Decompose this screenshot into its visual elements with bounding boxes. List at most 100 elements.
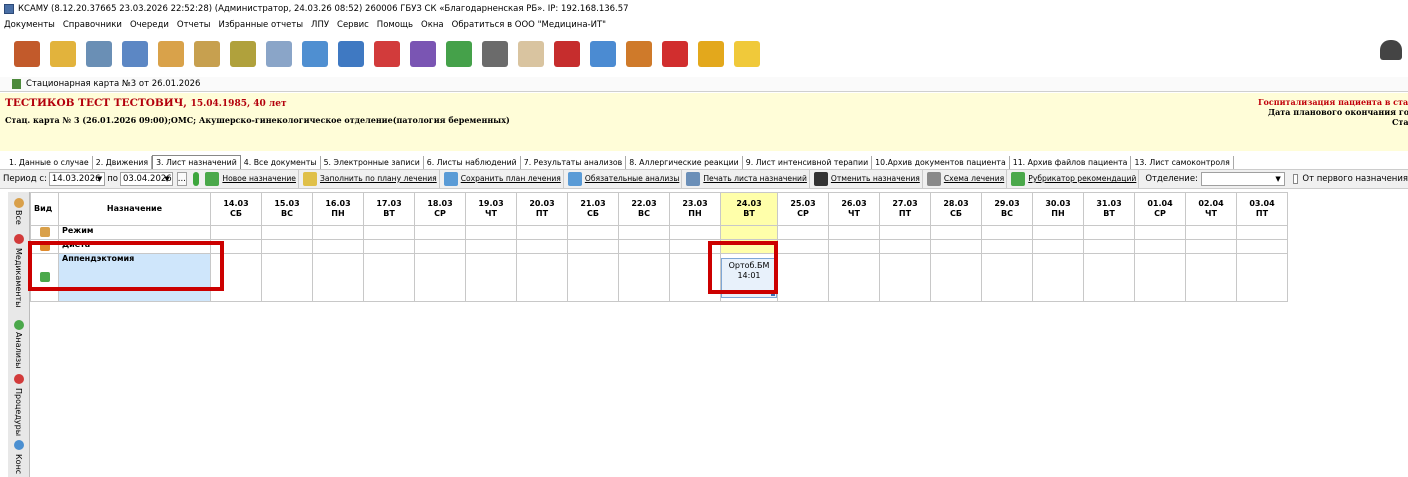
syringe-icon[interactable] (266, 41, 292, 67)
mountain-icon[interactable] (446, 41, 472, 67)
column-header-date[interactable]: 21.03 СБ (567, 192, 619, 226)
table-row[interactable]: Режим (30, 225, 1288, 240)
schedule-cell[interactable] (1236, 253, 1288, 302)
pencil-icon[interactable] (194, 41, 220, 67)
schedule-cell[interactable] (1083, 239, 1135, 254)
action-button-6[interactable]: Отменить назначения (812, 170, 923, 188)
grid-icon[interactable] (626, 41, 652, 67)
schedule-cell[interactable] (669, 225, 721, 240)
schedule-cell[interactable] (1032, 225, 1084, 240)
tab-8[interactable]: 8. Аллергические реакции (626, 156, 743, 169)
column-header-date[interactable]: 20.03 ПТ (516, 192, 568, 226)
side-tab-all[interactable]: Все (14, 210, 23, 225)
tab-3[interactable]: 3. Лист назначений (152, 155, 241, 169)
book-icon[interactable] (554, 41, 580, 67)
column-header-date[interactable]: 27.03 ПТ (879, 192, 931, 226)
column-header-date[interactable]: 28.03 СБ (930, 192, 982, 226)
menu-documents[interactable]: Документы (4, 20, 55, 30)
chat-icon[interactable] (734, 41, 760, 67)
schedule-cell[interactable] (312, 225, 364, 240)
schedule-cell[interactable] (879, 225, 931, 240)
column-header-date[interactable]: 16.03 ПН (312, 192, 364, 226)
side-tab-procedures[interactable]: Процедуры (14, 388, 23, 436)
column-header-date[interactable]: 01.04 СР (1134, 192, 1186, 226)
schedule-cell[interactable] (363, 225, 415, 240)
more-button[interactable]: ... (176, 172, 187, 186)
first-order-checkbox[interactable] (1292, 174, 1299, 184)
tab-11[interactable]: 11. Архив файлов пациента (1010, 156, 1132, 169)
period-to-input[interactable]: 03.04.2026 ▼ (120, 172, 173, 186)
schedule-cell[interactable] (1083, 253, 1135, 302)
schedule-cell[interactable] (465, 253, 517, 302)
phone-icon[interactable] (1380, 40, 1402, 60)
menu-reports[interactable]: Отчеты (177, 20, 211, 30)
tab-5[interactable]: 5. Электронные записи (321, 156, 424, 169)
column-header-date[interactable]: 03.04 ПТ (1236, 192, 1288, 226)
menu-lpu[interactable]: ЛПУ (311, 20, 329, 30)
lock-icon[interactable] (698, 41, 724, 67)
tab-12[interactable]: 13. Лист самоконтроля (1131, 156, 1234, 169)
tab-2[interactable]: 2. Движения (93, 156, 153, 169)
schedule-cell[interactable] (567, 225, 619, 240)
document-tab[interactable]: Стационарная карта №3 от 26.01.2026 (0, 77, 1408, 92)
schedule-cell[interactable] (516, 239, 568, 254)
column-header-date[interactable]: 24.03 ВТ (720, 192, 778, 226)
schedule-cell[interactable] (777, 253, 829, 302)
side-tab-consultations[interactable]: Конс (14, 454, 23, 474)
schedule-cell[interactable] (312, 253, 364, 302)
notepad-icon[interactable] (50, 41, 76, 67)
tab-6[interactable]: 6. Листы наблюдений (424, 156, 521, 169)
schedule-cell[interactable] (1236, 239, 1288, 254)
schedule-cell[interactable] (981, 239, 1033, 254)
column-header-order[interactable]: Назначение (58, 192, 211, 226)
schedule-cell[interactable] (465, 239, 517, 254)
schedule-cell[interactable] (516, 225, 568, 240)
schedule-cell[interactable] (720, 225, 778, 240)
schedule-cell[interactable] (777, 225, 829, 240)
column-header-date[interactable]: 14.03 СБ (210, 192, 262, 226)
schedule-cell[interactable] (1134, 253, 1186, 302)
column-header-date[interactable]: 18.03 СР (414, 192, 466, 226)
card-icon[interactable] (122, 41, 148, 67)
doctor-icon[interactable] (14, 41, 40, 67)
schedule-cell[interactable] (1134, 239, 1186, 254)
column-header-date[interactable]: 17.03 ВТ (363, 192, 415, 226)
schedule-cell[interactable] (567, 239, 619, 254)
column-header-date[interactable]: 19.03 ЧТ (465, 192, 517, 226)
schedule-cell[interactable] (1185, 225, 1237, 240)
schedule-cell[interactable] (930, 253, 982, 302)
tab-7[interactable]: 7. Результаты анализов (521, 156, 627, 169)
schedule-cell[interactable] (618, 239, 670, 254)
schedule-cell[interactable] (1032, 239, 1084, 254)
schedule-cell[interactable] (261, 253, 313, 302)
schedule-cell[interactable] (981, 253, 1033, 302)
column-header-date[interactable]: 15.03 ВС (261, 192, 313, 226)
column-header-date[interactable]: 22.03 ВС (618, 192, 670, 226)
schedule-cell[interactable] (567, 253, 619, 302)
document-search-icon[interactable] (338, 41, 364, 67)
menu-windows[interactable]: Окна (421, 20, 444, 30)
action-button-7[interactable]: Схема лечения (925, 170, 1008, 188)
menu-service[interactable]: Сервис (337, 20, 369, 30)
calendar-icon[interactable] (590, 41, 616, 67)
schedule-cell[interactable] (261, 225, 313, 240)
column-header-date[interactable]: 30.03 ПН (1032, 192, 1084, 226)
medical-kit-icon[interactable] (374, 41, 400, 67)
schedule-cell[interactable] (930, 239, 982, 254)
menu-contact[interactable]: Обратиться в ООО "Медицина-ИТ" (452, 20, 606, 30)
refresh-icon[interactable] (192, 172, 200, 186)
menu-help[interactable]: Помощь (377, 20, 413, 30)
disk-icon[interactable] (410, 41, 436, 67)
side-tab-analyses[interactable]: Анализы (14, 332, 23, 369)
schedule-cell[interactable] (414, 239, 466, 254)
order-name[interactable]: Режим (58, 225, 211, 240)
schedule-cell[interactable] (363, 239, 415, 254)
column-header-date[interactable]: 31.03 ВТ (1083, 192, 1135, 226)
menu-queues[interactable]: Очереди (130, 20, 169, 30)
schedule-cell[interactable] (1083, 225, 1135, 240)
side-tab-medications[interactable]: Медикаменты (14, 248, 23, 307)
schedule-cell[interactable] (879, 239, 931, 254)
action-button-3[interactable]: Сохранить план лечения (442, 170, 564, 188)
tab-9[interactable]: 9. Лист интенсивной терапии (743, 156, 873, 169)
tab-10[interactable]: 10.Архив документов пациента (872, 156, 1010, 169)
